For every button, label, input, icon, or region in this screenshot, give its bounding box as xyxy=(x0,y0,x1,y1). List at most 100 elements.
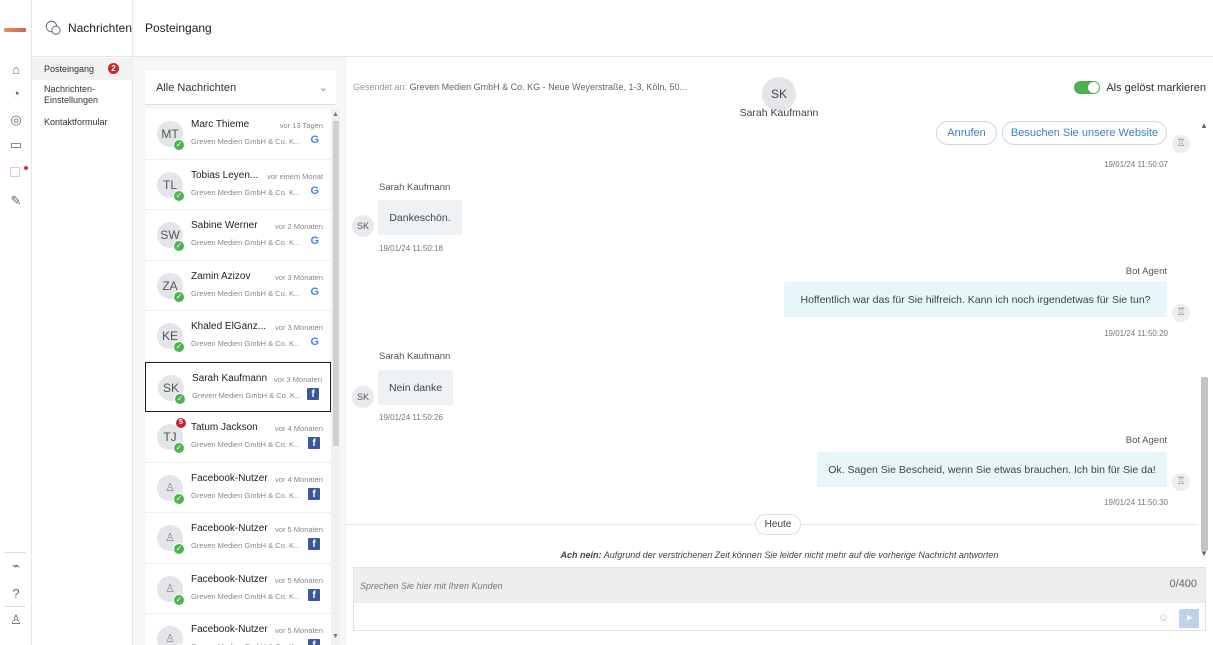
relative-time: vor 5 Monaten xyxy=(275,626,323,635)
inbox-icon[interactable]: ▭ xyxy=(8,137,24,153)
date-divider-label: Heute xyxy=(755,514,801,535)
reply-expired-warning: Ach nein: Aufgrund der verstrichenen Zei… xyxy=(346,550,1213,560)
bot-icon: ♖ xyxy=(1172,473,1190,491)
google-icon: G xyxy=(310,285,319,298)
conversation-item[interactable]: KE ✓ Khaled ElGanz... vor 3 Monaten Greven M… xyxy=(145,311,331,362)
message-sender: Sarah Kaufmann xyxy=(379,182,451,193)
sent-to-line: Gesendet an: Greven Medien GmbH & Co. KG… xyxy=(353,82,687,92)
scrollbar-thumb[interactable] xyxy=(333,121,339,446)
resolved-check-icon: ✓ xyxy=(173,240,185,252)
conversation-item[interactable]: ♙✓Facebook-Nutzervor 5 MonatenGreven Med… xyxy=(145,564,331,614)
resolved-check-icon: ✓ xyxy=(173,139,185,151)
resolved-check-icon: ✓ xyxy=(173,341,185,353)
sent-to-label: Gesendet an: xyxy=(353,82,408,92)
google-icon: G xyxy=(310,134,319,146)
relative-time: vor 13 Tagen xyxy=(279,121,323,130)
help-icon[interactable]: ? xyxy=(8,586,24,602)
user-profile-icon[interactable]: ♙ xyxy=(8,612,24,628)
facebook-icon: f xyxy=(308,437,320,449)
outgoing-message-bubble: Ok. Sagen Sie Bescheid, wenn Sie etwas b… xyxy=(817,452,1167,487)
message-input[interactable] xyxy=(354,568,1205,603)
message-timestamp: 19/01/24 11:50:30 xyxy=(1104,498,1168,507)
messages-nav: Nachrichten Posteingang 2 Nachrichten- E… xyxy=(32,0,133,645)
scroll-down-icon[interactable]: ▼ xyxy=(332,633,339,640)
connector-icon[interactable]: ⌁ xyxy=(8,558,24,574)
conversation-list-scrollbar[interactable]: ▲ ▼ xyxy=(331,109,340,645)
location-name: Greven Medien GmbH & Co. K... xyxy=(192,390,302,400)
contact-name: Zamin Azizov xyxy=(191,270,251,282)
location-name: Greven Medien GmbH & Co. K... xyxy=(191,238,301,247)
nav-item-einstellungen[interactable]: Nachrichten- Einstellungen xyxy=(32,84,133,106)
conversation-list: MT ✓ Marc Thieme vor 13 Tagen Greven Medien … xyxy=(145,109,331,645)
relative-time: vor 3 Monaten xyxy=(274,374,322,384)
conversation-item[interactable]: SW ✓ Sabine Werner vor 2 Monaten Greven Medi… xyxy=(145,210,331,261)
visit-website-button[interactable]: Besuchen Sie unsere Website xyxy=(1002,121,1167,145)
conversation-list-pane: Alle Nachrichten ⌄ MT ✓ Marc Thieme vor 13 … xyxy=(133,57,346,645)
unread-badge: 5 xyxy=(176,418,186,428)
chat-pane: Gesendet an: Greven Medien GmbH & Co. KG… xyxy=(346,57,1213,645)
location-name: Greven Medien GmbH & Co. K... xyxy=(191,541,301,550)
chat-bubbles-icon xyxy=(45,20,61,35)
scroll-up-icon[interactable]: ▲ xyxy=(332,111,339,118)
message-composer: 0/400 ☺ ➤ xyxy=(353,567,1206,631)
notification-icon[interactable] xyxy=(10,167,20,177)
contact-name: Khaled ElGanz... xyxy=(191,321,267,332)
warning-text: Aufgrund der verstrichenen Zeit können S… xyxy=(601,550,999,560)
location-name: Greven Medien GmbH & Co. K... xyxy=(191,137,301,146)
message-timestamp: 19/01/24 11:50:20 xyxy=(1104,329,1168,338)
conversation-item[interactable]: TJ ✓ 5 Tatum Jackson vor 4 Monaten Greven Med… xyxy=(145,412,331,463)
conversation-item[interactable]: ZA ✓ Zamin Azizov vor 3 Monaten Greven Medie… xyxy=(145,261,331,311)
nav-item-posteingang[interactable]: Posteingang 2 xyxy=(32,58,133,80)
brand-logo xyxy=(4,28,26,32)
facebook-icon: f xyxy=(307,387,319,400)
conversation-item[interactable]: TL ✓ Tobias Leyen... vor einem Monat Greven … xyxy=(145,160,331,210)
nav-header: Nachrichten xyxy=(32,0,132,57)
nav-item-label-line2: Einstellungen xyxy=(44,95,99,105)
chat-scrollbar[interactable]: ▲ ▼ xyxy=(1198,121,1210,561)
notification-dot xyxy=(24,166,28,170)
edit-icon[interactable]: ✎ xyxy=(8,193,24,209)
location-name: Greven Medien GmbH & Co. K... xyxy=(191,288,301,298)
contact-name: Tatum Jackson xyxy=(191,422,258,433)
emoji-icon[interactable]: ☺ xyxy=(1158,612,1169,624)
send-icon: ➤ xyxy=(1184,613,1194,624)
contact-name: Marc Thieme xyxy=(191,119,250,130)
contact-name: Sabine Werner xyxy=(191,220,258,231)
relative-time: vor 4 Monaten xyxy=(275,474,323,484)
relative-time: vor 4 Monaten xyxy=(275,424,323,433)
dashboard-gauge-icon[interactable]: ◔ xyxy=(8,86,24,102)
conversation-item[interactable]: SK ✓ Sarah Kaufmann vor 3 Monaten Greven Med… xyxy=(145,361,331,412)
home-icon[interactable]: ⌂ xyxy=(8,62,24,78)
facebook-icon: f xyxy=(308,538,320,550)
send-button[interactable]: ➤ xyxy=(1179,609,1199,628)
scrollbar-thumb[interactable] xyxy=(1201,377,1208,551)
nav-item-label-line1: Nachrichten- xyxy=(44,84,96,94)
scroll-up-icon[interactable]: ▲ xyxy=(1200,121,1208,130)
message-timestamp: 19/01/24 11:50:26 xyxy=(379,413,443,422)
resolve-toggle[interactable]: Als gelöst markieren xyxy=(1074,81,1206,94)
google-icon: G xyxy=(310,184,319,197)
sent-to-value: Greven Medien GmbH & Co. KG - Neue Weyer… xyxy=(409,82,688,92)
conversation-item[interactable]: ♙✓Facebook-Nutzervor 5 MonatenGreven Med… xyxy=(145,513,331,564)
character-counter: 0/400 xyxy=(1169,578,1197,590)
location-name: Greven Medien GmbH & Co. K... xyxy=(191,187,301,197)
location-name: Greven Medien GmbH & Co. K... xyxy=(191,490,301,500)
resolved-check-icon: ✓ xyxy=(173,442,185,454)
call-button[interactable]: Anrufen xyxy=(936,121,997,145)
contact-name: Tobias Leyen... xyxy=(191,169,259,181)
contact-avatar: SK xyxy=(762,77,796,111)
nav-item-kontaktformular[interactable]: Kontaktformular xyxy=(32,117,133,128)
nav-item-label: Posteingang xyxy=(44,63,95,74)
relative-time: vor 2 Monaten xyxy=(275,222,323,231)
filter-value: Alle Nachrichten xyxy=(156,81,237,94)
conversation-item[interactable]: MT ✓ Marc Thieme vor 13 Tagen Greven Medien … xyxy=(145,109,331,160)
conversation-item[interactable]: ♙✓Facebook-Nutzervor 5 MonatenGreven Med… xyxy=(145,614,331,645)
google-icon: G xyxy=(310,336,319,348)
rail-divider xyxy=(4,606,26,607)
location-pin-icon[interactable]: ◎ xyxy=(8,112,24,128)
message-filter-dropdown[interactable]: Alle Nachrichten ⌄ xyxy=(145,71,336,105)
resolve-label: Als gelöst markieren xyxy=(1106,81,1206,94)
resolved-check-icon: ✓ xyxy=(173,543,185,555)
toggle-switch[interactable] xyxy=(1074,81,1101,94)
conversation-item[interactable]: ♙ ✓ Facebook-Nutzer vor 4 Monaten Greven Med… xyxy=(145,463,331,513)
